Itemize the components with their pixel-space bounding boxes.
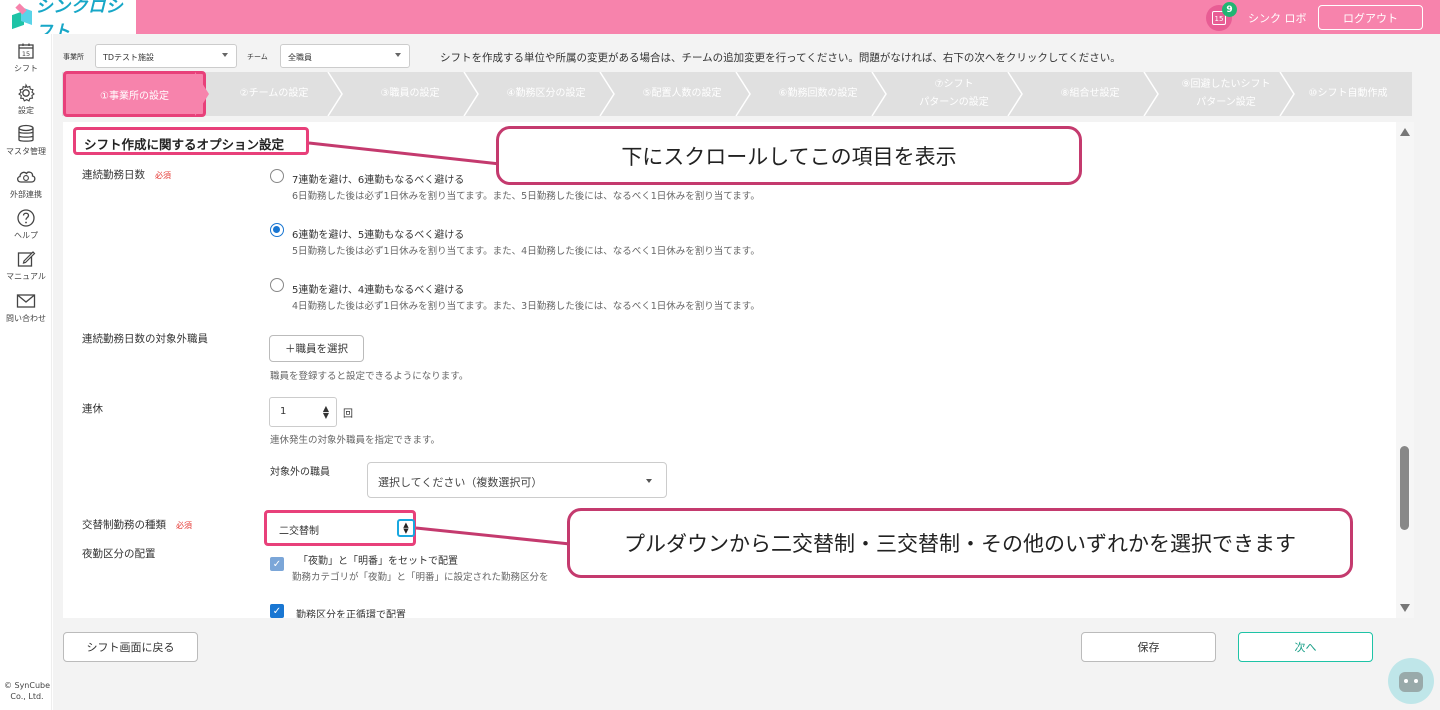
back-to-shift-button[interactable]: シフト画面に戻る xyxy=(63,632,198,662)
scroll-hint-callout: 下にスクロールしてこの項目を表示 xyxy=(496,126,1082,185)
callout-connectors xyxy=(308,141,571,546)
save-button[interactable]: 保存 xyxy=(1081,632,1216,662)
next-button[interactable]: 次へ xyxy=(1238,632,1373,662)
dropdown-hint-callout: プルダウンから二交替制・三交替制・その他のいずれかを選択できます xyxy=(567,508,1353,578)
assistant-robot-icon[interactable] xyxy=(1388,658,1434,704)
